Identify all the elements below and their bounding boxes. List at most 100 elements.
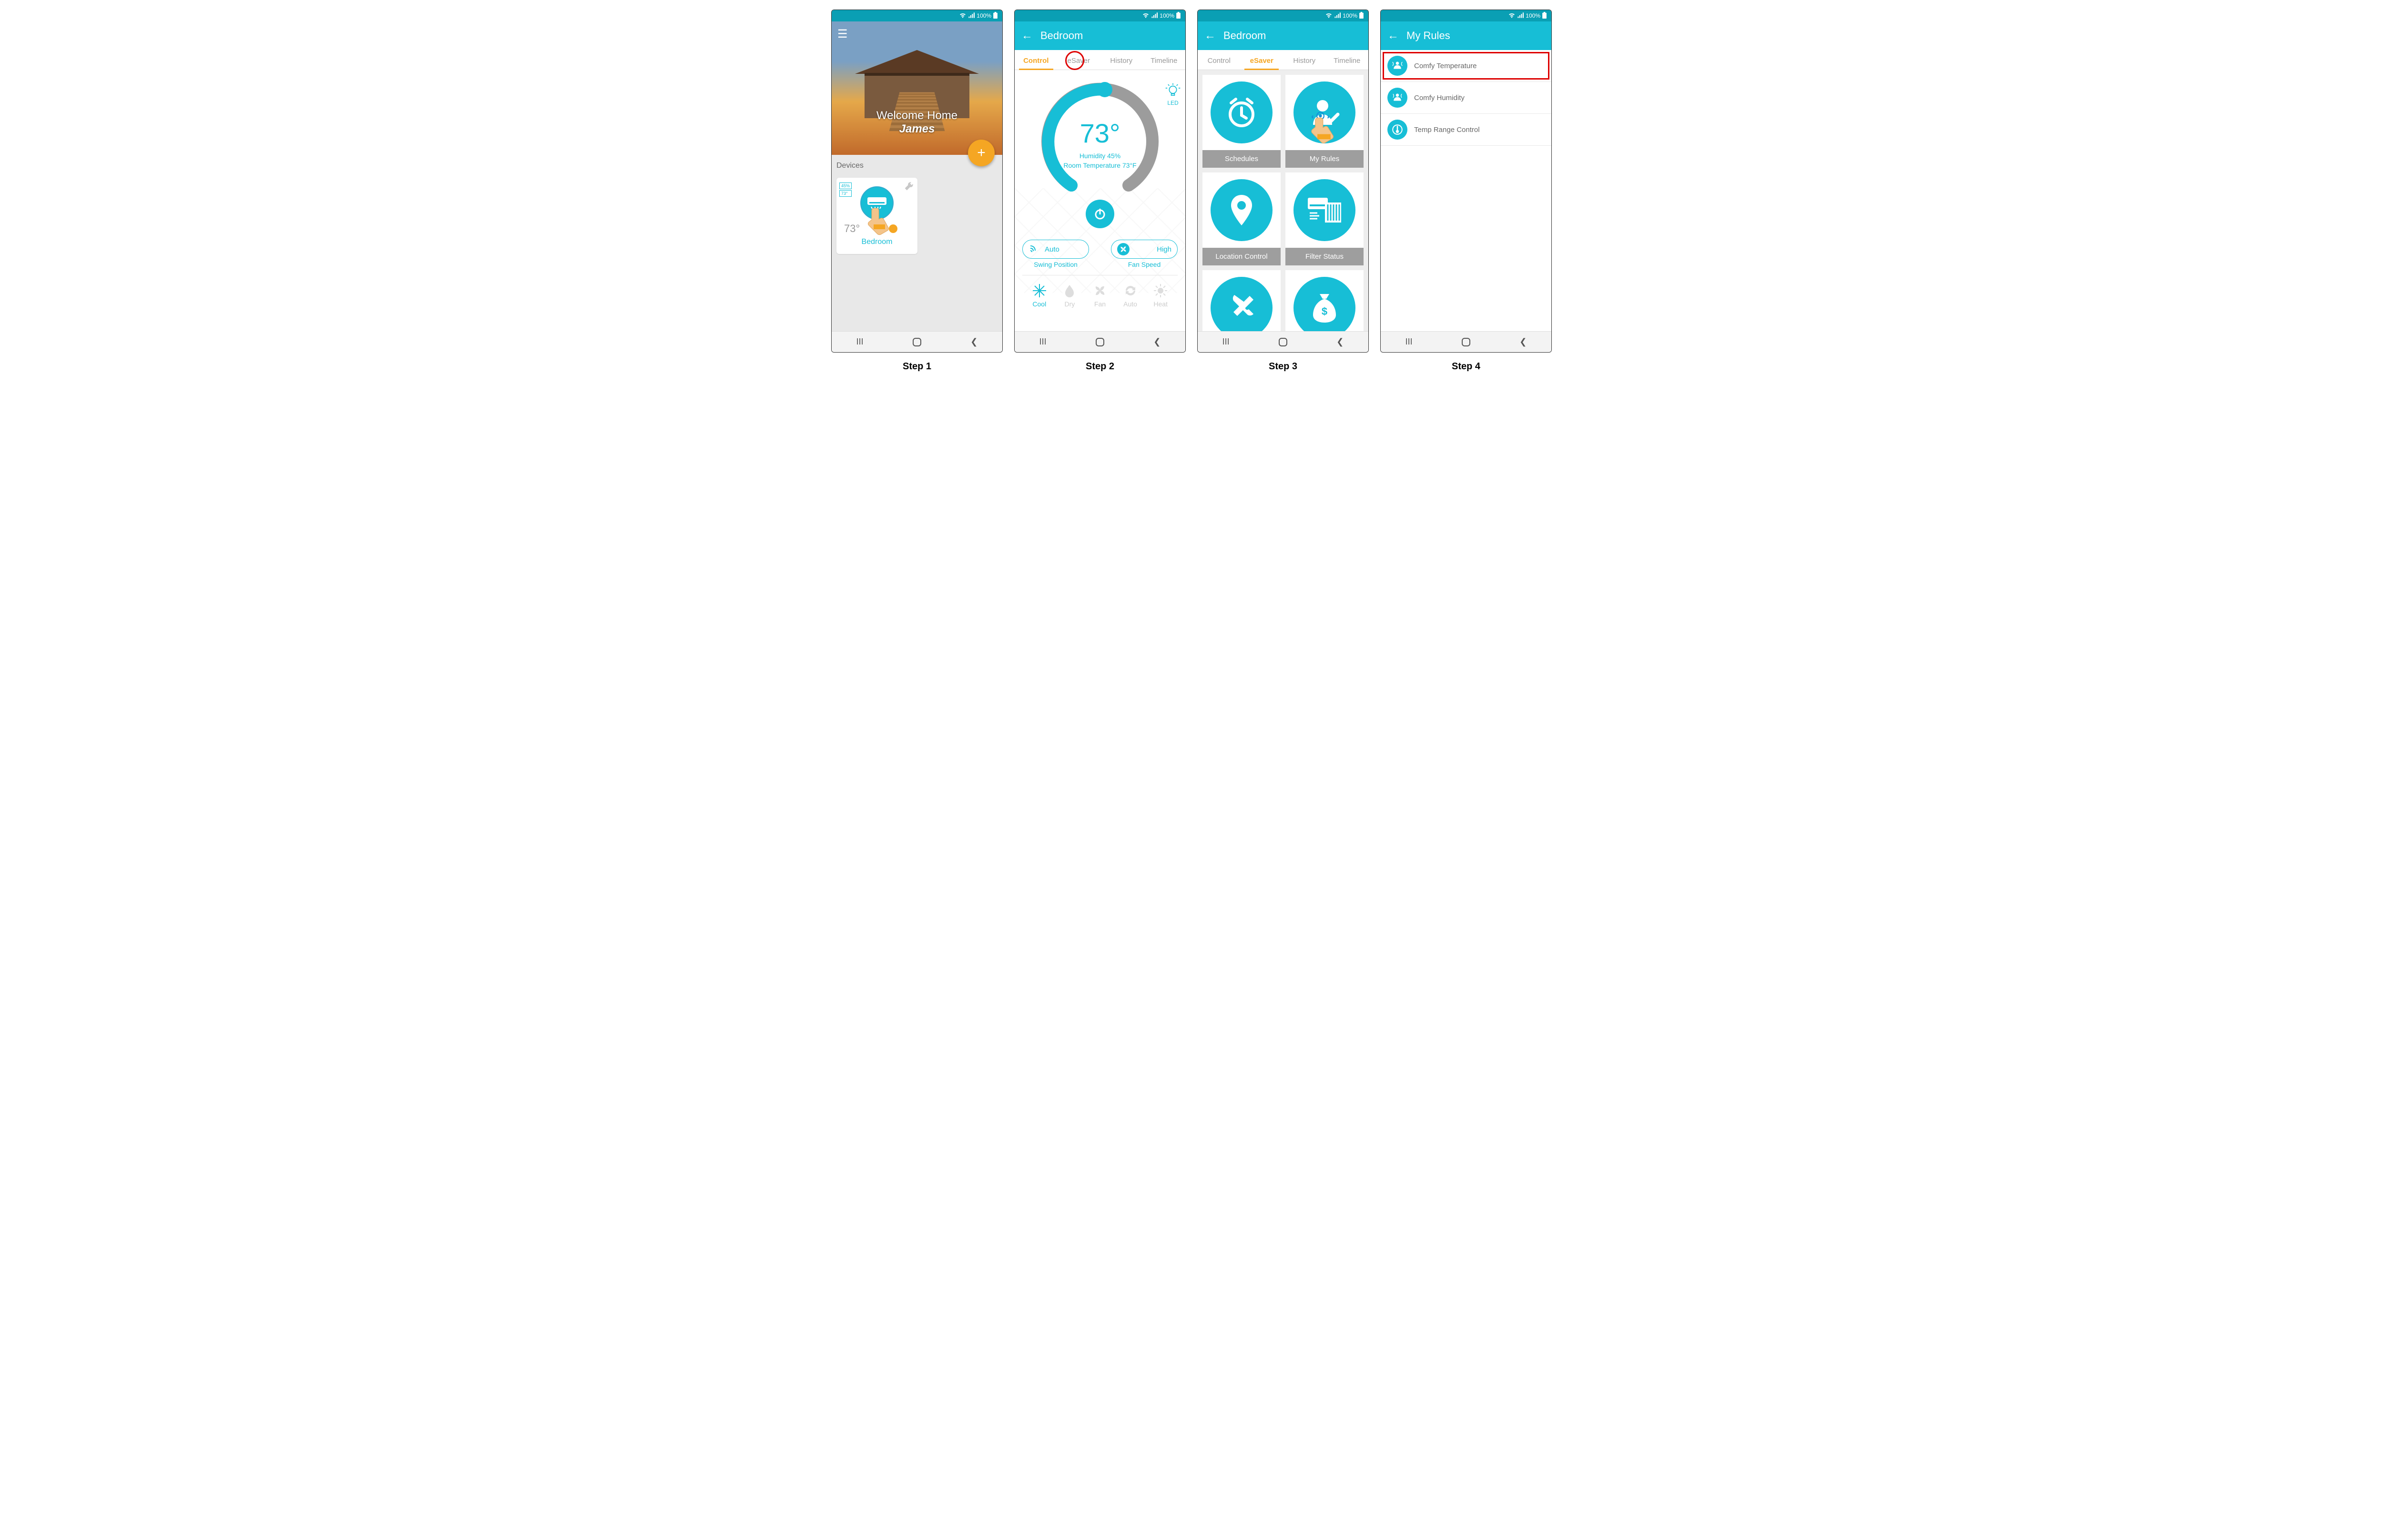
- battery-percent: 100%: [977, 12, 991, 19]
- tile-my-rules[interactable]: My Rules: [1285, 75, 1364, 168]
- tab-control[interactable]: Control: [1198, 50, 1241, 70]
- settings-wrench-icon[interactable]: [904, 182, 914, 193]
- page-title: Bedroom: [1223, 30, 1266, 42]
- home-hero: ☰ Welcome Home James +: [832, 21, 1002, 155]
- step-label-3: Step 3: [1269, 361, 1297, 372]
- rule-comfy-humidity[interactable]: Comfy Humidity: [1381, 82, 1551, 114]
- home-button[interactable]: [913, 338, 921, 346]
- signal-icon: [1334, 12, 1341, 20]
- app-bar: ← My Rules: [1381, 21, 1551, 50]
- android-nav-bar: III ❮: [1198, 331, 1368, 352]
- humidity-reading: Humidity 45%: [1038, 152, 1162, 160]
- tile-schedules[interactable]: Schedules: [1202, 75, 1281, 168]
- recents-button[interactable]: III: [1405, 337, 1413, 347]
- screen-step1: 100% ☰ Welcome Home James + Devices 45% …: [831, 10, 1003, 353]
- battery-icon: [1542, 12, 1547, 20]
- step-label-1: Step 1: [903, 361, 931, 372]
- wifi-icon: [959, 12, 966, 20]
- mode-dry[interactable]: Dry: [1055, 283, 1085, 308]
- step-label-4: Step 4: [1452, 361, 1480, 372]
- screen-step2: 100% ← Bedroom Control eSaver History Ti…: [1014, 10, 1186, 353]
- fan-speed-label: Fan Speed: [1111, 261, 1178, 268]
- alarm-clock-icon: [1211, 81, 1273, 143]
- tools-icon: [1211, 277, 1273, 331]
- control-panel: 73° Humidity 45% Room Temperature 73°F L…: [1015, 70, 1185, 331]
- recents-button[interactable]: III: [1039, 337, 1047, 347]
- menu-icon[interactable]: ☰: [837, 27, 848, 41]
- page-title: Bedroom: [1040, 30, 1083, 42]
- tab-history[interactable]: History: [1100, 50, 1143, 70]
- tab-control[interactable]: Control: [1015, 50, 1058, 70]
- home-button[interactable]: [1462, 338, 1470, 346]
- status-bar: 100%: [832, 10, 1002, 21]
- rules-list: Comfy Temperature Comfy Humidity Temp Ra…: [1381, 50, 1551, 331]
- temperature-dial[interactable]: 73° Humidity 45% Room Temperature 73°F L…: [1038, 80, 1162, 203]
- signal-icon: [968, 12, 975, 20]
- fan-blade-icon: [1117, 243, 1130, 255]
- swing-label: Swing Position: [1022, 261, 1089, 268]
- page-title: My Rules: [1406, 30, 1450, 42]
- battery-percent: 100%: [1343, 12, 1357, 19]
- thermometer-icon: [1387, 120, 1407, 140]
- tab-esaver[interactable]: eSaver: [1241, 50, 1283, 70]
- swing-position-selector[interactable]: Auto: [1022, 240, 1089, 259]
- back-button[interactable]: ❮: [1336, 337, 1344, 347]
- mode-auto[interactable]: Auto: [1115, 283, 1146, 308]
- rule-label: Temp Range Control: [1414, 126, 1480, 134]
- tab-history[interactable]: History: [1283, 50, 1326, 70]
- android-nav-bar: III ❮: [1015, 331, 1185, 352]
- mode-heat[interactable]: Heat: [1145, 283, 1176, 308]
- home-button[interactable]: [1279, 338, 1287, 346]
- annotation-circle-esaver: [1065, 51, 1084, 70]
- device-mini-readings: 45% 73°: [839, 182, 852, 198]
- back-button[interactable]: ❮: [1153, 337, 1161, 347]
- back-arrow-icon[interactable]: ←: [1204, 29, 1216, 42]
- tile-filter-status[interactable]: Filter Status: [1285, 172, 1364, 265]
- power-button[interactable]: [1086, 200, 1114, 228]
- tile-savings[interactable]: $: [1285, 270, 1364, 331]
- home-button[interactable]: [1096, 338, 1104, 346]
- add-device-button[interactable]: +: [968, 140, 995, 166]
- led-toggle[interactable]: LED: [1165, 82, 1181, 106]
- signal-icon: [1517, 12, 1524, 20]
- app-bar: ← Bedroom: [1198, 21, 1368, 50]
- battery-percent: 100%: [1526, 12, 1540, 19]
- rule-temp-range-control[interactable]: Temp Range Control: [1381, 114, 1551, 146]
- recents-button[interactable]: III: [856, 337, 864, 347]
- set-temperature: 73°: [1038, 118, 1162, 149]
- fan-speed-selector[interactable]: High: [1111, 240, 1178, 259]
- wifi-icon: [1325, 12, 1332, 20]
- back-button[interactable]: ❮: [1519, 337, 1527, 347]
- svg-text:$: $: [1322, 305, 1327, 317]
- welcome-text: Welcome Home James: [876, 109, 957, 136]
- battery-icon: [1176, 12, 1181, 20]
- recents-button[interactable]: III: [1222, 337, 1230, 347]
- signal-icon: [1151, 12, 1158, 20]
- wifi-icon: [1508, 12, 1515, 20]
- tile-tools[interactable]: [1202, 270, 1281, 331]
- status-dot-icon: [889, 224, 897, 233]
- back-arrow-icon[interactable]: ←: [1021, 29, 1033, 42]
- device-card-bedroom[interactable]: 45% 73° 73° Bedroom: [836, 178, 917, 254]
- comfy-humidity-icon: [1387, 88, 1407, 108]
- tab-timeline[interactable]: Timeline: [1143, 50, 1186, 70]
- tab-timeline[interactable]: Timeline: [1326, 50, 1369, 70]
- status-bar: 100%: [1198, 10, 1368, 21]
- mode-cool[interactable]: Cool: [1024, 283, 1055, 308]
- battery-icon: [993, 12, 998, 20]
- mode-selector: Cool Dry Fan Auto Heat: [1022, 275, 1178, 313]
- location-pin-icon: [1211, 179, 1273, 241]
- hero-roof-decoration: [855, 50, 979, 74]
- swing-icon: [1029, 243, 1041, 255]
- battery-percent: 100%: [1160, 12, 1174, 19]
- wifi-icon: [1142, 12, 1149, 20]
- annotation-box-comfy-temp: [1383, 52, 1549, 80]
- mode-fan[interactable]: Fan: [1085, 283, 1115, 308]
- back-arrow-icon[interactable]: ←: [1387, 29, 1399, 42]
- tile-location-control[interactable]: Location Control: [1202, 172, 1281, 265]
- back-button[interactable]: ❮: [970, 337, 978, 347]
- status-bar: 100%: [1381, 10, 1551, 21]
- filter-icon: [1293, 179, 1355, 241]
- tab-bar: Control eSaver History Timeline: [1015, 50, 1185, 70]
- status-bar: 100%: [1015, 10, 1185, 21]
